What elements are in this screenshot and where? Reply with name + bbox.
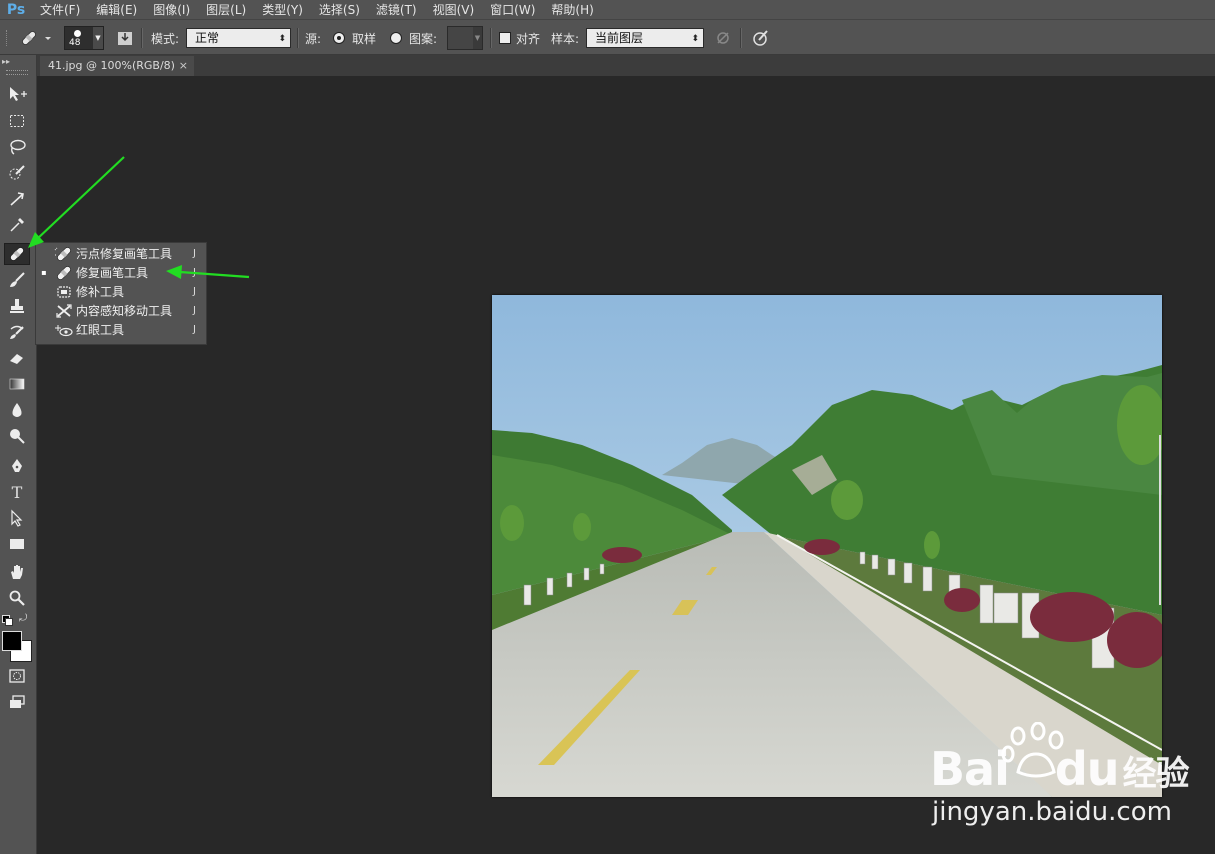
baidu-text-a: Bai (930, 742, 1010, 796)
arrow-to-toolbar-icon (28, 156, 125, 248)
arrow-to-flyout-item (166, 265, 250, 279)
baidu-paw-logo (1001, 722, 1064, 778)
baidu-url: jingyan.baidu.com (932, 797, 1172, 827)
baidu-text-cn: 经验 (1122, 754, 1190, 794)
